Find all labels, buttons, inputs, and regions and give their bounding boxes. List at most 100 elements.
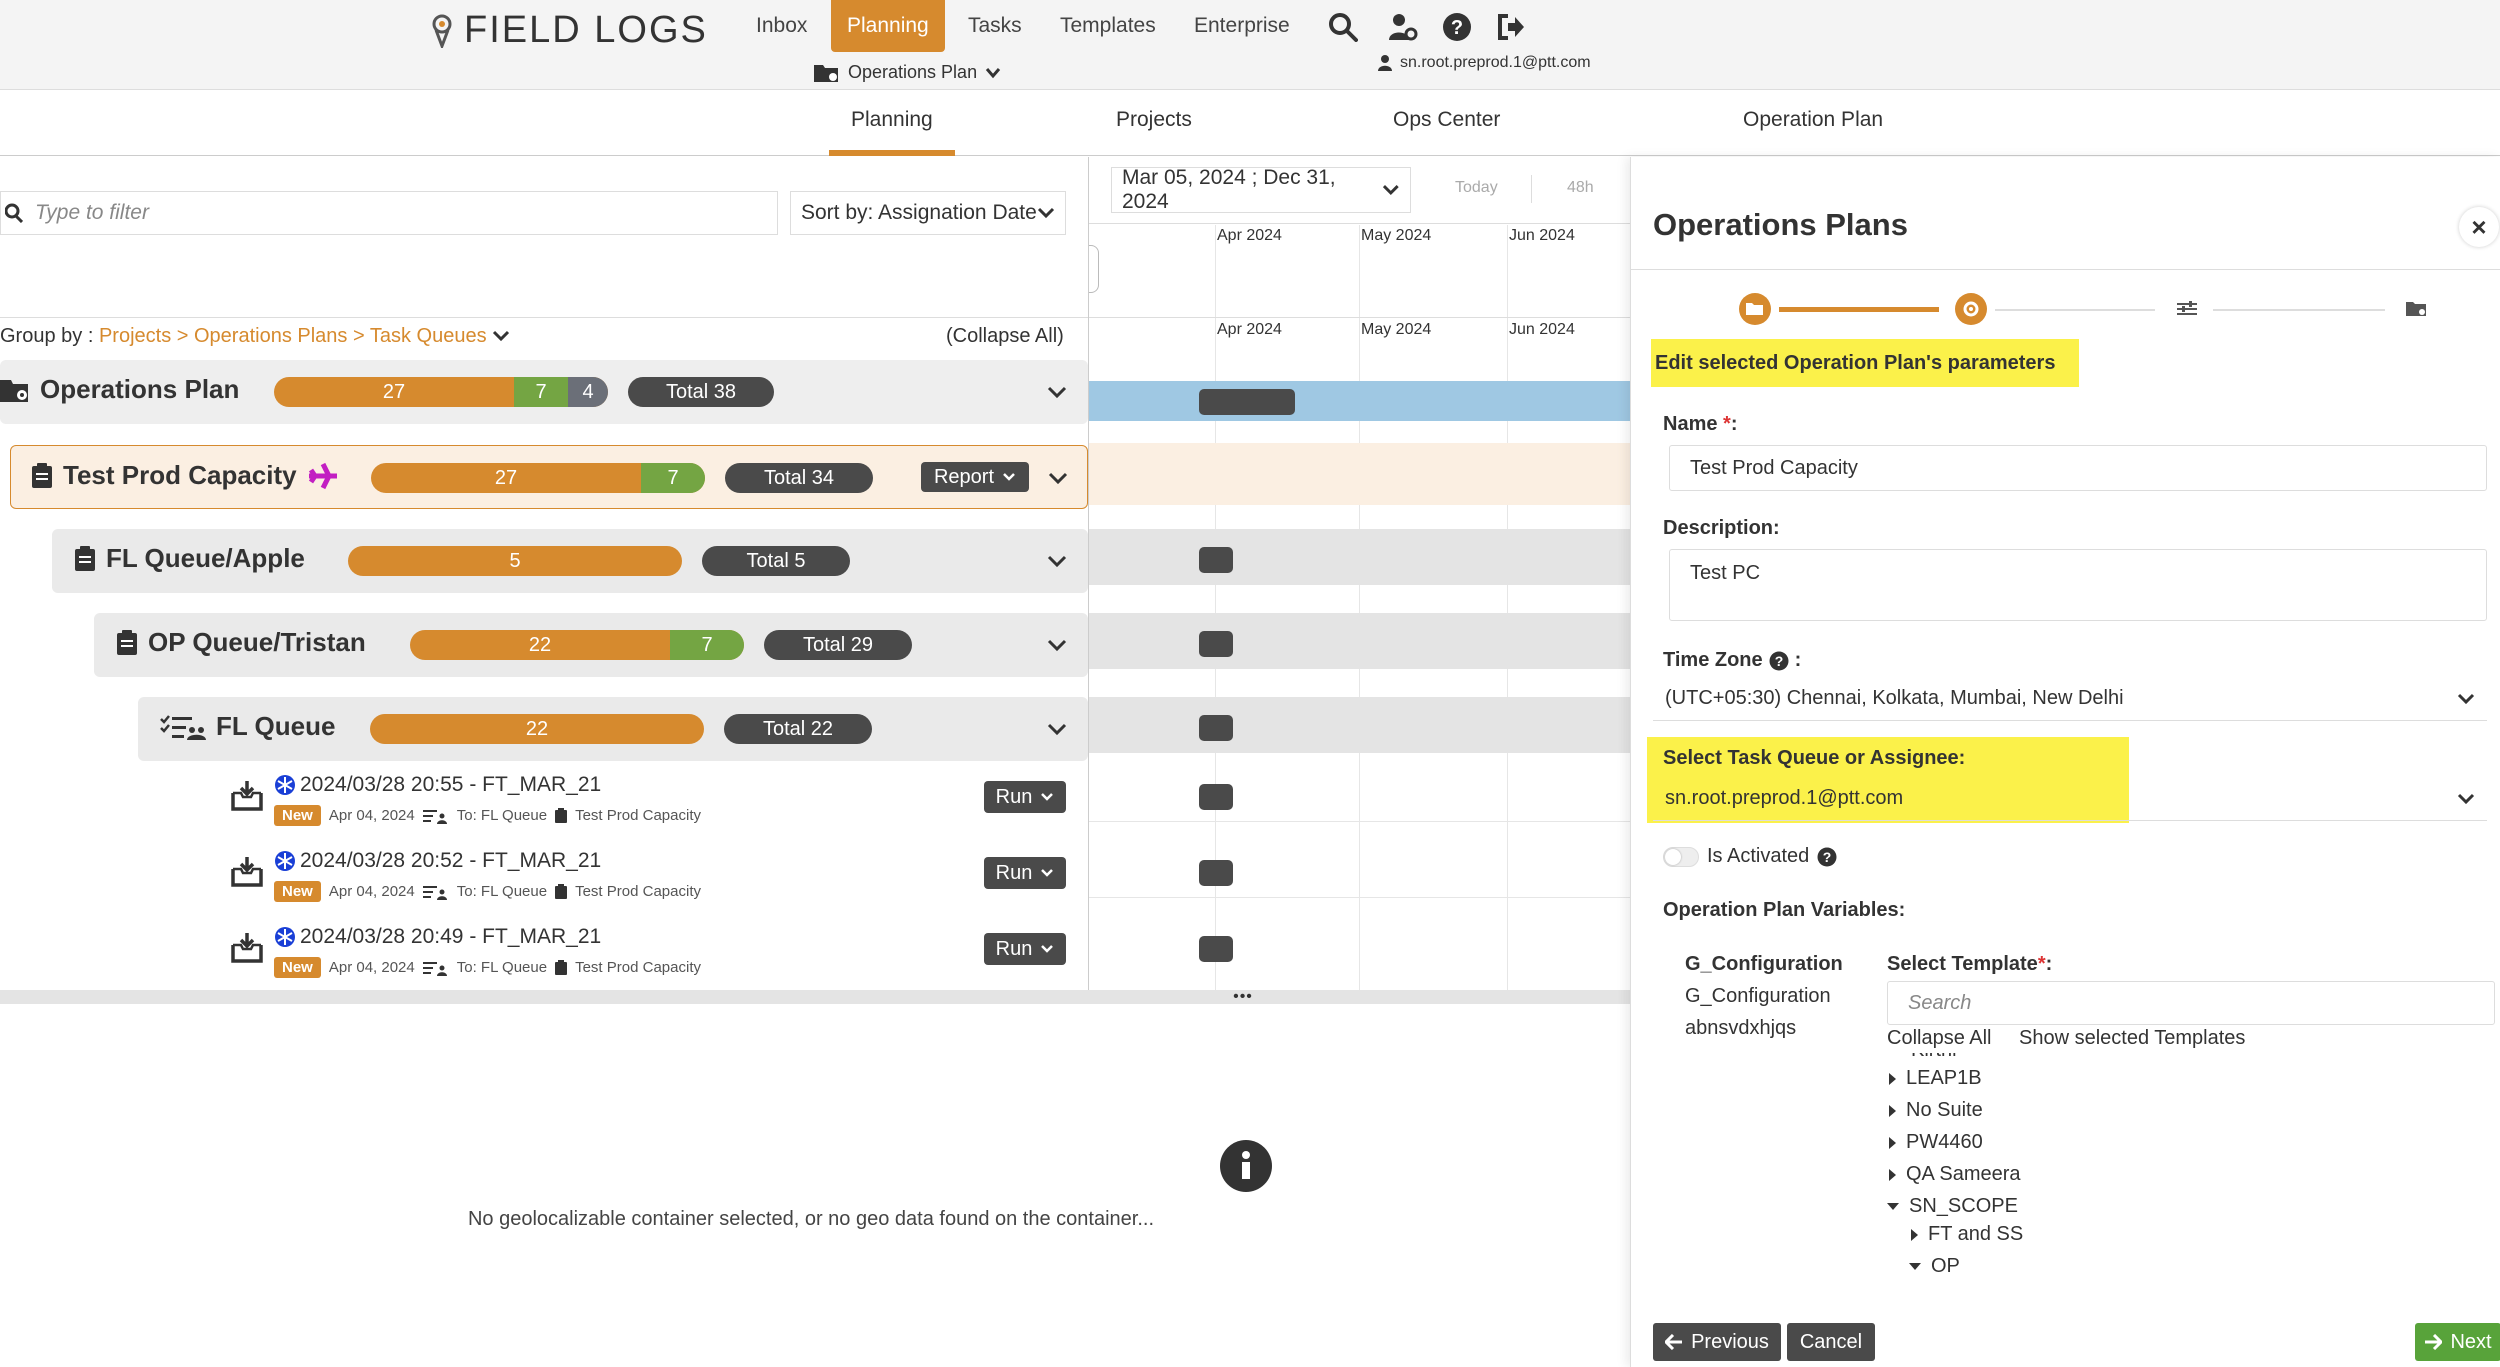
gantt-bar[interactable] [1199,860,1233,886]
chevron-down-icon[interactable] [1046,634,1068,656]
group-by[interactable]: Group by : Projects > Operations Plans >… [0,325,510,348]
step-1-icon[interactable] [1739,293,1771,325]
bar-segment-new: 22 [528,633,552,656]
tree-row-operations-plan[interactable]: Operations Plan 27 7 4 Total 38 [0,360,1088,424]
timezone-select[interactable]: (UTC+05:30) Chennai, Kolkata, Mumbai, Ne… [1653,677,2487,721]
report-button[interactable]: Report [921,462,1029,492]
tree-item-op[interactable]: OP [1909,1255,1960,1278]
clipboard-icon [117,629,137,655]
previous-button[interactable]: Previous [1653,1323,1781,1361]
gantt-bar[interactable] [1199,715,1233,741]
divider [1089,897,1631,898]
step-2-icon[interactable] [1955,293,1987,325]
step-4-icon[interactable] [2401,293,2433,325]
resize-handle[interactable]: ••• [1228,988,1258,1005]
tree-item-ft-and-ss[interactable]: FT and SS [1911,1223,2023,1246]
run-button[interactable]: Run [984,933,1066,965]
assignee-select[interactable]: sn.root.preprod.1@ptt.com [1653,777,2487,821]
48h-button[interactable]: 48h [1567,179,1594,197]
tree-row-test-prod-capacity[interactable]: Test Prod Capacity 27 7 Total 34 Report [10,445,1088,509]
gantt-bar[interactable] [1199,389,1295,415]
tree-item-qa-sameera[interactable]: QA Sameera [1889,1163,2021,1186]
chevron-down-icon[interactable] [1046,550,1068,572]
step-3-icon[interactable] [2171,293,2203,325]
tree-row-op-queue-tristan[interactable]: OP Queue/Tristan 22 7 Total 29 [94,613,1088,677]
today-button[interactable]: Today [1455,179,1498,197]
caret-right-icon [1889,1168,1896,1181]
month-label: May 2024 [1361,321,1432,338]
tree-row-fl-queue-apple[interactable]: FL Queue/Apple 5 Total 5 [52,529,1088,593]
status-badge: New [274,881,321,902]
filter-input[interactable]: Type to filter [0,191,778,235]
row-title: Operations Plan [40,374,240,404]
tree-item-partial[interactable]: Kirthi [1911,1053,1957,1062]
caret-down-icon [1887,1203,1899,1210]
chevron-down-icon[interactable] [1046,718,1068,740]
tree-item-leap1b[interactable]: LEAP1B [1889,1067,1982,1090]
tree-item-pw4460[interactable]: PW4460 [1889,1131,1983,1154]
bar-segment-new: 5 [509,549,521,572]
sort-dropdown[interactable]: Sort by: Assignation Date [790,191,1066,235]
task-item[interactable]: 2024/03/28 20:52 - FT_MAR_21 New Apr 04,… [226,849,1066,911]
tab-ops-center[interactable]: Ops Center [1393,108,1500,156]
app-logo[interactable]: FIELD LOGS [428,8,708,52]
tree-item-sn-scope[interactable]: SN_SCOPE [1887,1195,2018,1218]
tab-operation-plan[interactable]: Operation Plan [1743,108,1883,156]
caret-right-icon [1889,1072,1896,1085]
tree-item-no-suite[interactable]: No Suite [1889,1099,1983,1122]
collapse-all-link[interactable]: (Collapse All) [946,325,1064,348]
collapse-all-link[interactable]: Collapse All [1887,1027,1992,1050]
chevron-down-icon [1037,207,1055,219]
cancel-button[interactable]: Cancel [1787,1323,1875,1361]
search-icon [5,203,23,223]
snowflake-icon [275,927,295,947]
task-project: Test Prod Capacity [575,959,701,976]
total-badge: Total 34 [725,463,873,493]
task-meta: New Apr 04, 2024 To: FL Queue Test Prod … [274,881,701,902]
snowflake-icon [275,851,295,871]
group-by-path[interactable]: Projects > Operations Plans > Task Queue… [99,325,487,347]
progress-bar: 5 [348,546,682,576]
help-icon[interactable]: ? [1440,10,1474,44]
panel-title: Operations Plans [1653,207,1908,242]
nav-inbox[interactable]: Inbox [740,0,823,52]
description-textarea[interactable]: Test PC [1669,549,2487,621]
chevron-down-icon[interactable] [1046,381,1068,403]
run-button[interactable]: Run [984,781,1066,813]
chevron-down-icon[interactable] [1047,467,1069,489]
close-icon[interactable]: × [2459,207,2499,247]
task-item[interactable]: 2024/03/28 20:49 - FT_MAR_21 New Apr 04,… [226,925,1066,987]
next-button[interactable]: Next [2415,1323,2500,1361]
variable-name: G_Configuration [1685,953,1843,975]
row-title: FL Queue [216,711,336,741]
month-label: Jun 2024 [1509,227,1575,244]
gantt-bar[interactable] [1199,547,1233,573]
gantt-row-op-queue-tristan [1089,613,1631,669]
template-search-input[interactable]: Search [1887,981,2495,1025]
gantt-bar[interactable] [1199,631,1233,657]
tab-projects[interactable]: Projects [1116,108,1192,156]
run-button[interactable]: Run [984,857,1066,889]
clipboard-icon [75,545,95,571]
user-settings-icon[interactable] [1386,10,1420,44]
nav-templates[interactable]: Templates [1044,0,1172,52]
gantt-bar[interactable] [1199,784,1233,810]
tree-row-fl-queue[interactable]: FL Queue 22 Total 22 [138,697,1088,761]
scroll-handle[interactable] [1089,245,1099,293]
show-selected-templates-link[interactable]: Show selected Templates [2019,1027,2245,1050]
date-range-picker[interactable]: Mar 05, 2024 ; Dec 31, 2024 [1111,166,1411,213]
task-item[interactable]: 2024/03/28 20:55 - FT_MAR_21 New Apr 04,… [226,773,1066,835]
nav-enterprise[interactable]: Enterprise [1178,0,1306,52]
context-dropdown[interactable]: Operations Plan [814,62,1001,83]
nav-planning[interactable]: Planning [831,0,945,52]
logout-icon[interactable] [1494,10,1528,44]
user-icon [1378,55,1392,71]
gantt-bar[interactable] [1199,936,1233,962]
row-title: Test Prod Capacity [63,460,297,490]
is-activated-toggle[interactable] [1663,846,1699,867]
search-icon[interactable] [1326,10,1360,44]
task-list-icon [422,809,447,824]
tab-planning[interactable]: Planning [829,108,955,156]
name-input[interactable]: Test Prod Capacity [1669,445,2487,491]
nav-tasks[interactable]: Tasks [952,0,1038,52]
